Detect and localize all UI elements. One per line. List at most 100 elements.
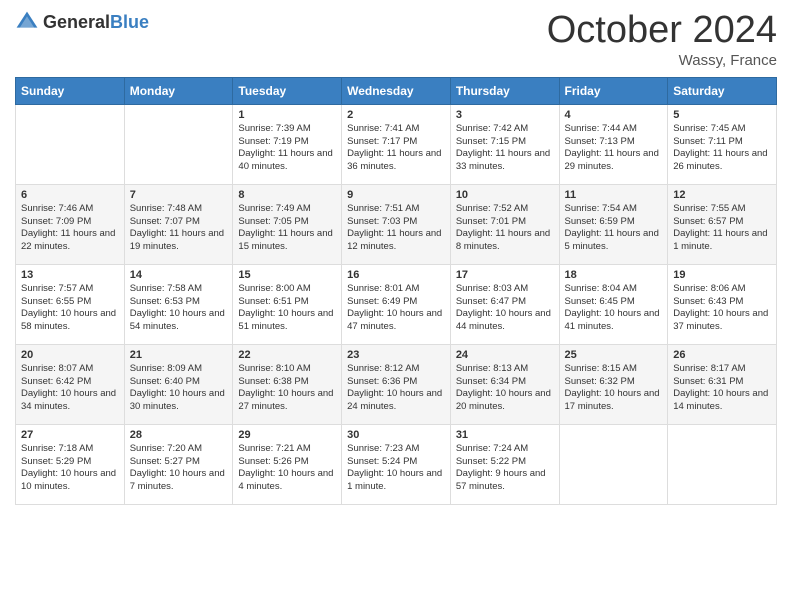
calendar-cell: 29 Sunrise: 7:21 AMSunset: 5:26 PMDayligh… (233, 424, 342, 504)
day-info: Sunrise: 8:01 AMSunset: 6:49 PMDaylight:… (347, 283, 445, 334)
day-number: 12 (673, 189, 771, 201)
calendar-cell: 20Sunrise: 8:07 AMSunset: 6:42 PMDayligh… (16, 344, 125, 424)
day-info: Sunrise: 7:55 AMSunset: 6:57 PMDaylight:… (673, 203, 771, 254)
day-number: 21 (130, 349, 228, 361)
weekday-header-row: SundayMondayTuesdayWednesdayThursdayFrid… (16, 77, 777, 104)
day-number: 8 (238, 189, 336, 201)
day-info: Sunrise: 7:20 AMSunset: 5:27 PMDaylight:… (130, 443, 228, 494)
day-info: Sunrise: 7:42 AMSunset: 7:15 PMDaylight:… (456, 123, 554, 174)
weekday-header-thursday: Thursday (450, 77, 559, 104)
day-info: Sunrise: 7:58 AMSunset: 6:53 PMDaylight:… (130, 283, 228, 334)
calendar-cell: 3Sunrise: 7:42 AMSunset: 7:15 PMDaylight… (450, 104, 559, 184)
calendar-cell: 28 Sunrise: 7:20 AMSunset: 5:27 PMDayligh… (124, 424, 233, 504)
day-info: Sunrise: 7:49 AMSunset: 7:05 PMDaylight:… (238, 203, 336, 254)
day-number: 5 (673, 109, 771, 121)
calendar-cell: 23 Sunrise: 8:12 AMSunset: 6:36 PMDayligh… (342, 344, 451, 424)
day-number: 30 (347, 429, 445, 441)
calendar-cell (559, 424, 668, 504)
calendar-table: SundayMondayTuesdayWednesdayThursdayFrid… (15, 77, 777, 505)
logo-icon (15, 10, 39, 34)
day-number: 17 (456, 269, 554, 281)
calendar-cell: 4Sunrise: 7:44 AMSunset: 7:13 PMDaylight… (559, 104, 668, 184)
month-title: October 2024 (547, 10, 777, 52)
day-number: 31 (456, 429, 554, 441)
calendar-cell: 17 Sunrise: 8:03 AMSunset: 6:47 PMDayligh… (450, 264, 559, 344)
calendar-cell: 25 Sunrise: 8:15 AMSunset: 6:32 PMDayligh… (559, 344, 668, 424)
day-number: 13 (21, 269, 119, 281)
day-number: 10 (456, 189, 554, 201)
day-info: Sunrise: 7:45 AMSunset: 7:11 PMDaylight:… (673, 123, 771, 174)
calendar-cell: 12 Sunrise: 7:55 AMSunset: 6:57 PMDayligh… (668, 184, 777, 264)
weekday-header-wednesday: Wednesday (342, 77, 451, 104)
calendar-cell: 8 Sunrise: 7:49 AMSunset: 7:05 PMDaylight… (233, 184, 342, 264)
day-info: Sunrise: 7:54 AMSunset: 6:59 PMDaylight:… (565, 203, 663, 254)
calendar-cell: 10 Sunrise: 7:52 AMSunset: 7:01 PMDayligh… (450, 184, 559, 264)
header: GeneralBlue October 2024 Wassy, France (15, 10, 777, 69)
calendar-cell: 21Sunrise: 8:09 AMSunset: 6:40 PMDayligh… (124, 344, 233, 424)
day-info: Sunrise: 8:07 AMSunset: 6:42 PMDaylight:… (21, 363, 119, 414)
calendar-cell: 2 Sunrise: 7:41 AMSunset: 7:17 PMDaylight… (342, 104, 451, 184)
day-number: 23 (347, 349, 445, 361)
calendar-cell: 18 Sunrise: 8:04 AMSunset: 6:45 PMDayligh… (559, 264, 668, 344)
day-info: Sunrise: 7:57 AMSunset: 6:55 PMDaylight:… (21, 283, 119, 334)
day-number: 2 (347, 109, 445, 121)
day-info: Sunrise: 8:03 AMSunset: 6:47 PMDaylight:… (456, 283, 554, 334)
logo-blue: Blue (110, 12, 149, 32)
day-info: Sunrise: 7:21 AMSunset: 5:26 PMDaylight:… (238, 443, 336, 494)
title-area: October 2024 Wassy, France (547, 10, 777, 69)
day-number: 15 (238, 269, 336, 281)
day-number: 27 (21, 429, 119, 441)
day-info: Sunrise: 7:41 AMSunset: 7:17 PMDaylight:… (347, 123, 445, 174)
weekday-header-tuesday: Tuesday (233, 77, 342, 104)
day-number: 22 (238, 349, 336, 361)
calendar-cell: 6Sunrise: 7:46 AMSunset: 7:09 PMDaylight… (16, 184, 125, 264)
calendar-week-5: 27Sunrise: 7:18 AMSunset: 5:29 PMDayligh… (16, 424, 777, 504)
day-number: 6 (21, 189, 119, 201)
calendar-cell: 15 Sunrise: 8:00 AMSunset: 6:51 PMDayligh… (233, 264, 342, 344)
day-number: 16 (347, 269, 445, 281)
calendar-week-4: 20Sunrise: 8:07 AMSunset: 6:42 PMDayligh… (16, 344, 777, 424)
calendar-cell: 1Sunrise: 7:39 AMSunset: 7:19 PMDaylight… (233, 104, 342, 184)
day-info: Sunrise: 7:39 AMSunset: 7:19 PMDaylight:… (238, 123, 336, 174)
day-number: 24 (456, 349, 554, 361)
calendar-cell (16, 104, 125, 184)
day-number: 14 (130, 269, 228, 281)
day-info: Sunrise: 8:12 AMSunset: 6:36 PMDaylight:… (347, 363, 445, 414)
day-info: Sunrise: 8:04 AMSunset: 6:45 PMDaylight:… (565, 283, 663, 334)
day-number: 29 (238, 429, 336, 441)
calendar-cell: 30 Sunrise: 7:23 AMSunset: 5:24 PMDayligh… (342, 424, 451, 504)
calendar-cell: 9Sunrise: 7:51 AMSunset: 7:03 PMDaylight… (342, 184, 451, 264)
day-number: 19 (673, 269, 771, 281)
calendar-week-1: 1Sunrise: 7:39 AMSunset: 7:19 PMDaylight… (16, 104, 777, 184)
weekday-header-friday: Friday (559, 77, 668, 104)
day-info: Sunrise: 8:00 AMSunset: 6:51 PMDaylight:… (238, 283, 336, 334)
calendar-cell: 5 Sunrise: 7:45 AMSunset: 7:11 PMDaylight… (668, 104, 777, 184)
calendar-cell: 26 Sunrise: 8:17 AMSunset: 6:31 PMDayligh… (668, 344, 777, 424)
day-number: 7 (130, 189, 228, 201)
day-info: Sunrise: 7:24 AMSunset: 5:22 PMDaylight:… (456, 443, 554, 494)
logo-general: General (43, 12, 110, 32)
calendar-cell: 13 Sunrise: 7:57 AMSunset: 6:55 PMDayligh… (16, 264, 125, 344)
day-info: Sunrise: 8:17 AMSunset: 6:31 PMDaylight:… (673, 363, 771, 414)
calendar-week-2: 6Sunrise: 7:46 AMSunset: 7:09 PMDaylight… (16, 184, 777, 264)
day-info: Sunrise: 8:15 AMSunset: 6:32 PMDaylight:… (565, 363, 663, 414)
day-info: Sunrise: 7:23 AMSunset: 5:24 PMDaylight:… (347, 443, 445, 494)
calendar-cell: 27Sunrise: 7:18 AMSunset: 5:29 PMDayligh… (16, 424, 125, 504)
day-number: 25 (565, 349, 663, 361)
location-title: Wassy, France (547, 52, 777, 69)
calendar-cell: 7 Sunrise: 7:48 AMSunset: 7:07 PMDaylight… (124, 184, 233, 264)
calendar-week-3: 13 Sunrise: 7:57 AMSunset: 6:55 PMDayligh… (16, 264, 777, 344)
day-number: 28 (130, 429, 228, 441)
weekday-header-monday: Monday (124, 77, 233, 104)
calendar-cell: 11Sunrise: 7:54 AMSunset: 6:59 PMDayligh… (559, 184, 668, 264)
calendar-cell (668, 424, 777, 504)
day-info: Sunrise: 8:13 AMSunset: 6:34 PMDaylight:… (456, 363, 554, 414)
day-info: Sunrise: 7:52 AMSunset: 7:01 PMDaylight:… (456, 203, 554, 254)
day-info: Sunrise: 8:06 AMSunset: 6:43 PMDaylight:… (673, 283, 771, 334)
calendar-cell: 22Sunrise: 8:10 AMSunset: 6:38 PMDayligh… (233, 344, 342, 424)
logo: GeneralBlue (15, 10, 149, 34)
day-number: 18 (565, 269, 663, 281)
day-info: Sunrise: 7:44 AMSunset: 7:13 PMDaylight:… (565, 123, 663, 174)
day-number: 26 (673, 349, 771, 361)
day-info: Sunrise: 7:48 AMSunset: 7:07 PMDaylight:… (130, 203, 228, 254)
